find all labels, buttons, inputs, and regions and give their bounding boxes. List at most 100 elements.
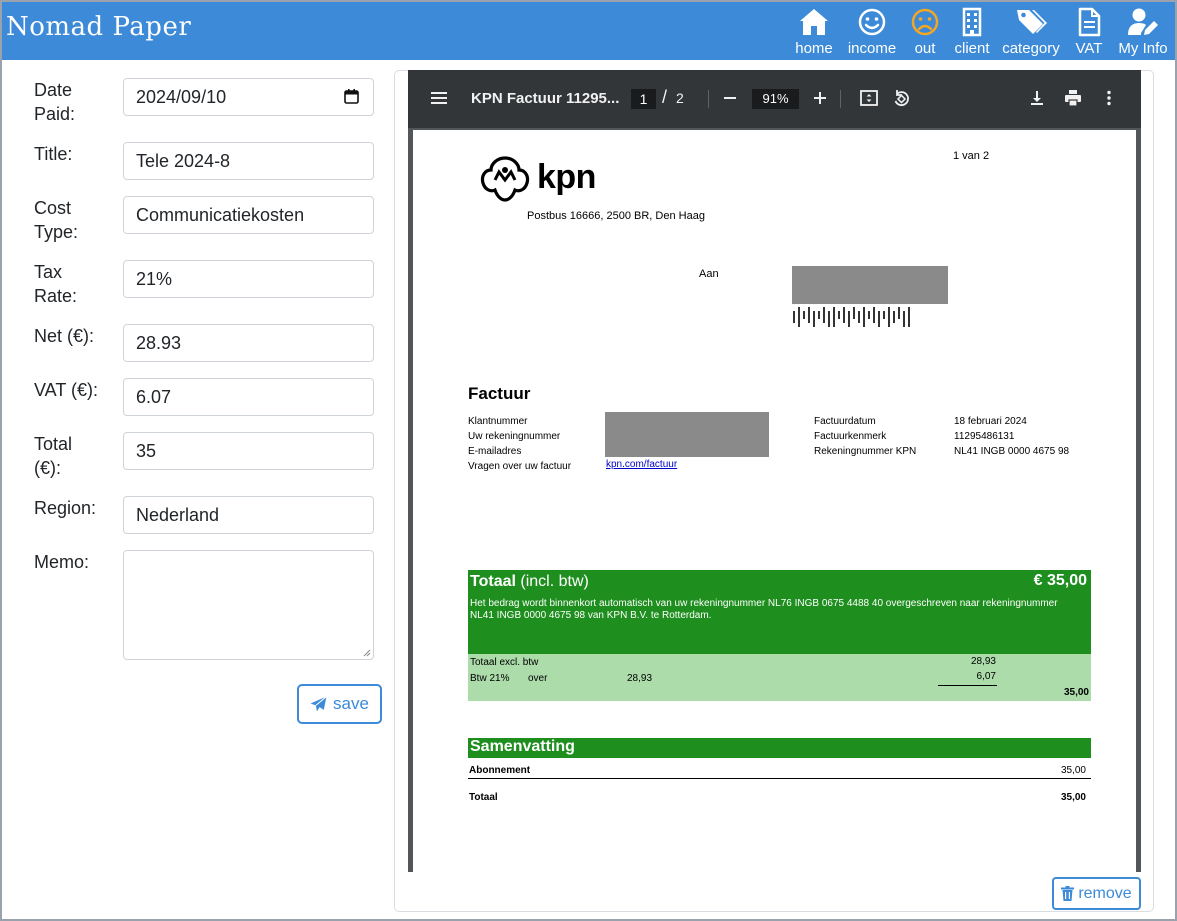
date-paid-label: Date Paid: bbox=[34, 80, 76, 124]
summary-divider bbox=[468, 778, 1091, 779]
cost-type-label: Cost Type: bbox=[34, 198, 79, 242]
title-input[interactable]: Tele 2024-8 bbox=[123, 142, 374, 180]
summary-row-value: 35,00 bbox=[1060, 765, 1086, 776]
total-box-title: Totaal (incl. btw) bbox=[470, 573, 589, 591]
summary-row-label: Abonnement bbox=[469, 765, 531, 776]
breakdown-box: Totaal excl. btw 28,93 Btw 21% over 28,9… bbox=[468, 654, 1091, 701]
meta-label: Rekeningnummer KPN bbox=[814, 446, 917, 457]
customer-details-labels: Klantnummer Uw rekeningnummer E-mailadre… bbox=[468, 414, 571, 474]
nav-label: income bbox=[847, 40, 897, 57]
app-title[interactable]: Nomad Paper bbox=[6, 12, 191, 42]
page-separator: / bbox=[662, 87, 668, 107]
nav-label: category bbox=[1002, 40, 1060, 57]
nav-category[interactable]: category bbox=[995, 2, 1067, 60]
date-paid-value: 2024/09/10 bbox=[136, 87, 227, 107]
top-navbar: Nomad Paper home income out client categ… bbox=[2, 2, 1175, 60]
btw-over-label: over bbox=[528, 673, 548, 684]
postal-barcode bbox=[793, 307, 910, 327]
frown-icon bbox=[911, 8, 939, 36]
total-label: Total (€): bbox=[34, 434, 73, 478]
print-icon[interactable] bbox=[1062, 87, 1084, 109]
zoom-out-icon[interactable] bbox=[719, 87, 741, 109]
redacted-customer-details bbox=[605, 412, 769, 457]
tax-rate-select[interactable]: 21% bbox=[123, 260, 374, 298]
region-select[interactable]: Nederland bbox=[123, 496, 374, 534]
pdf-viewer[interactable]: KPN Factuur 11295... 1 / 2 91% kpn Postb… bbox=[408, 70, 1141, 872]
total-box: Totaal (incl. btw) € 35,00 Het bedrag wo… bbox=[468, 570, 1091, 654]
btw-label: Btw 21% bbox=[470, 673, 510, 684]
invoice-meta-labels: Factuurdatum Factuurkenmerk Rekeningnumm… bbox=[814, 414, 916, 459]
memo-textarea[interactable] bbox=[123, 550, 374, 660]
date-paid-input[interactable]: 2024/09/10 bbox=[123, 78, 374, 116]
detail-label: Vragen over uw factuur bbox=[468, 461, 572, 472]
meta-label: Factuurdatum bbox=[814, 416, 876, 427]
net-label: Net (€): bbox=[34, 326, 95, 346]
zoom-in-icon[interactable] bbox=[809, 87, 831, 109]
meta-value: 11295486131 bbox=[954, 431, 1015, 442]
excl-label: Totaal excl. btw bbox=[470, 657, 539, 668]
download-icon[interactable] bbox=[1026, 87, 1048, 109]
pdf-page: kpn Postbus 16666, 2500 BR, Den Haag 1 v… bbox=[413, 130, 1136, 872]
paper-plane-icon bbox=[310, 695, 327, 711]
title-label: Title: bbox=[34, 144, 73, 164]
detail-label: Klantnummer bbox=[468, 416, 528, 427]
total-title-suffix: (incl. btw) bbox=[520, 573, 589, 590]
nav-label: home bbox=[795, 40, 833, 57]
nav-label: My Info bbox=[1118, 40, 1168, 57]
smile-icon bbox=[858, 8, 886, 36]
detail-label: Uw rekeningnummer bbox=[468, 431, 561, 442]
save-button[interactable]: save bbox=[297, 684, 382, 724]
pdf-file-name: KPN Factuur 11295... bbox=[471, 90, 620, 107]
total-title: Totaal bbox=[470, 573, 516, 590]
sum-line bbox=[938, 685, 997, 686]
meta-value: NL41 INGB 0000 4675 98 bbox=[954, 446, 1070, 457]
rotate-icon[interactable] bbox=[890, 87, 912, 109]
remove-button[interactable]: remove bbox=[1052, 877, 1141, 910]
vat-label: VAT (€): bbox=[34, 380, 99, 400]
trash-icon bbox=[1061, 886, 1075, 901]
tax-rate-label: Tax Rate: bbox=[34, 262, 78, 306]
cost-type-select[interactable]: Communicatiekosten bbox=[123, 196, 374, 234]
total-note: Het bedrag wordt binnenkort automatisch … bbox=[470, 598, 1058, 621]
tags-icon bbox=[1017, 10, 1047, 34]
save-label: save bbox=[333, 694, 369, 713]
document-icon bbox=[1078, 7, 1101, 37]
home-icon bbox=[800, 9, 828, 35]
summary-total-label: Totaal bbox=[469, 792, 498, 803]
main-nav: home income out client category VAT My I… bbox=[785, 2, 1175, 60]
page-indicator: 1 van 2 bbox=[953, 150, 990, 162]
pdf-toolbar: KPN Factuur 11295... 1 / 2 91% bbox=[408, 70, 1141, 128]
nav-income[interactable]: income bbox=[843, 2, 901, 60]
summary-total-value: 35,00 bbox=[1060, 792, 1086, 803]
pdf-page-input[interactable]: 1 bbox=[631, 89, 656, 109]
net-input[interactable]: 28.93 bbox=[123, 324, 374, 362]
pdf-zoom-input[interactable]: 91% bbox=[752, 89, 799, 109]
invoice-meta-values: 18 februari 2024 11295486131 NL41 INGB 0… bbox=[954, 414, 1069, 459]
kpn-logo-text: kpn bbox=[537, 158, 596, 196]
calendar-icon[interactable] bbox=[344, 89, 359, 104]
region-label: Region: bbox=[34, 498, 97, 518]
invoice-heading: Factuur bbox=[468, 384, 531, 403]
user-edit-icon bbox=[1128, 8, 1158, 35]
resize-grip-icon[interactable] bbox=[363, 649, 371, 657]
btw-value: 6,07 bbox=[976, 671, 996, 682]
toolbar-divider bbox=[708, 90, 709, 108]
nav-my-info[interactable]: My Info bbox=[1111, 2, 1175, 60]
fit-page-icon[interactable] bbox=[858, 87, 880, 109]
nav-out[interactable]: out bbox=[901, 2, 949, 60]
kpn-factuur-link[interactable]: kpn.com/factuur bbox=[606, 459, 677, 470]
nav-vat[interactable]: VAT bbox=[1067, 2, 1111, 60]
kpn-crown-logo bbox=[480, 156, 530, 202]
vat-input[interactable]: 6.07 bbox=[123, 378, 374, 416]
total-amount: € 35,00 bbox=[1033, 572, 1087, 589]
detail-label: E-mailadres bbox=[468, 446, 522, 457]
remove-label: remove bbox=[1078, 884, 1132, 902]
more-options-icon[interactable] bbox=[1098, 87, 1120, 109]
nav-home[interactable]: home bbox=[785, 2, 843, 60]
total-input[interactable]: 35 bbox=[123, 432, 374, 470]
sender-address: Postbus 16666, 2500 BR, Den Haag bbox=[527, 210, 705, 222]
menu-icon[interactable] bbox=[428, 87, 450, 109]
nav-client[interactable]: client bbox=[949, 2, 995, 60]
meta-label: Factuurkenmerk bbox=[814, 431, 887, 442]
summary-title: Samenvatting bbox=[468, 738, 1091, 758]
